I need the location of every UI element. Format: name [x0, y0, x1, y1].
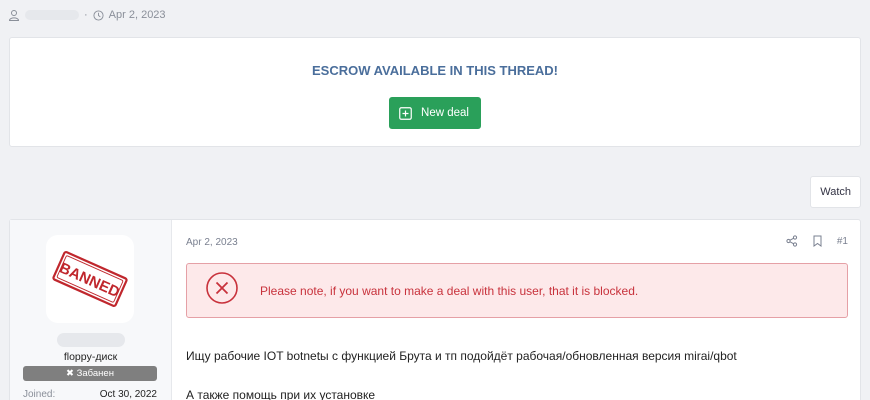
post-number[interactable]: #1 — [837, 236, 848, 247]
separator: · — [84, 9, 88, 21]
watch-button[interactable]: Watch — [810, 176, 861, 208]
clock-icon — [93, 9, 104, 21]
post-actions: #1 — [786, 235, 848, 247]
thread-date[interactable]: Apr 2, 2023 — [109, 9, 166, 21]
post: BANNED floppy-диск ✖ Забанен Joined: Oct… — [9, 219, 861, 400]
share-icon[interactable] — [786, 235, 798, 247]
author-name-redacted[interactable] — [25, 10, 79, 20]
post-user-column: BANNED floppy-диск ✖ Забанен Joined: Oct… — [10, 220, 172, 400]
new-deal-button[interactable]: New deal — [389, 97, 481, 129]
blocked-user-alert: Please note, if you want to make a deal … — [186, 263, 848, 318]
post-body-line-1: Ищу рабочие IOT botnetы с функцией Брута… — [186, 349, 737, 363]
escrow-panel: ESCROW AVAILABLE IN THIS THREAD! New dea… — [9, 37, 861, 147]
escrow-title: ESCROW AVAILABLE IN THIS THREAD! — [311, 63, 559, 78]
username[interactable]: floppy-диск — [10, 351, 171, 363]
post-body-line-2: А также помощь при их установке — [186, 388, 376, 400]
banned-badge: ✖ Забанен — [23, 366, 157, 381]
joined-value: Oct 30, 2022 — [99, 389, 157, 400]
alert-text: Please note, if you want to make a deal … — [260, 283, 639, 298]
x-circle-icon — [205, 271, 239, 310]
post-content: Apr 2, 2023 #1 Please note, if you want … — [186, 220, 860, 400]
avatar[interactable]: BANNED — [46, 235, 134, 323]
post-date[interactable]: Apr 2, 2023 — [186, 237, 238, 248]
post-arrow — [174, 268, 183, 286]
new-deal-label: New deal — [421, 107, 469, 119]
user-icon — [8, 9, 20, 21]
bookmark-icon[interactable] — [812, 235, 823, 247]
thread-meta: · Apr 2, 2023 — [8, 9, 166, 21]
plus-square-icon — [399, 106, 412, 120]
user-title-redacted — [57, 333, 125, 347]
joined-row: Joined: Oct 30, 2022 — [23, 389, 157, 400]
banned-badge-label: Забанен — [76, 368, 114, 379]
joined-label: Joined: — [23, 389, 56, 400]
x-icon: ✖ — [66, 368, 74, 379]
